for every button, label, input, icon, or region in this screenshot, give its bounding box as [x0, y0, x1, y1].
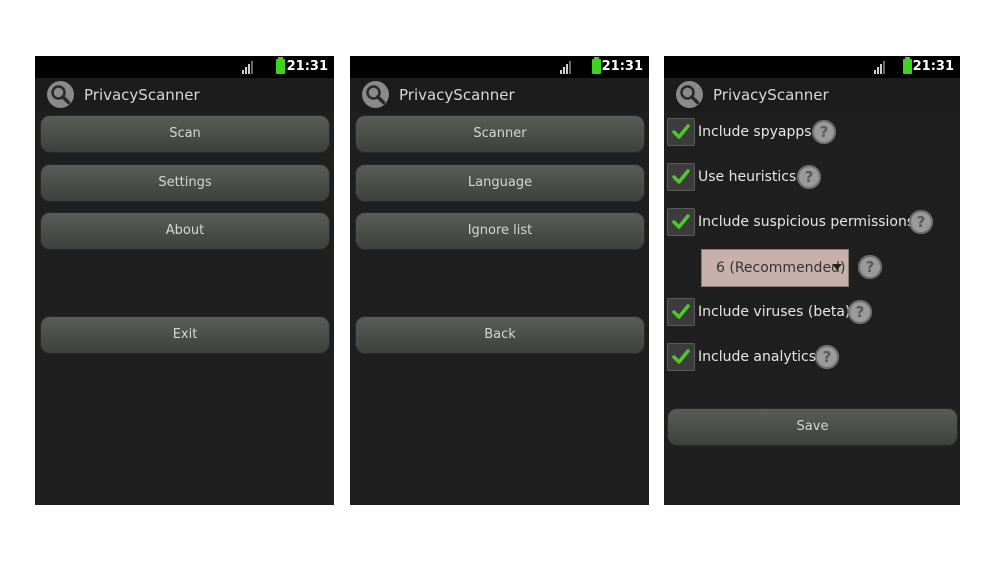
- help-icon[interactable]: ?: [848, 300, 872, 324]
- app-title-bar: PrivacyScanner: [35, 78, 334, 112]
- language-button[interactable]: Language: [355, 164, 645, 202]
- checkbox[interactable]: [667, 298, 695, 326]
- save-button[interactable]: Save: [667, 408, 958, 446]
- main-menu-screen: 21:31 PrivacyScanner Scan Settings About…: [35, 56, 334, 505]
- checkmark-icon: [672, 349, 690, 364]
- app-title: PrivacyScanner: [399, 86, 515, 104]
- clock: 21:31: [912, 59, 954, 74]
- app-title: PrivacyScanner: [713, 86, 829, 104]
- magnifier-icon: [47, 81, 74, 108]
- status-bar: 21:31: [350, 56, 649, 78]
- ignore-list-button[interactable]: Ignore list: [355, 212, 645, 250]
- exit-button[interactable]: Exit: [40, 316, 330, 354]
- help-icon[interactable]: ?: [909, 210, 933, 234]
- select-value: 6 (Recommended): [716, 260, 846, 276]
- about-button[interactable]: About: [40, 212, 330, 250]
- permission-level-select[interactable]: 6 (Recommended): [701, 249, 849, 287]
- help-icon[interactable]: ?: [815, 345, 839, 369]
- magnifier-icon: [676, 81, 703, 108]
- settings-menu-screen: 21:31 PrivacyScanner Scanner Language Ig…: [350, 56, 649, 505]
- signal-icon: [874, 61, 888, 74]
- checkmark-icon: [672, 169, 690, 184]
- checkmark-icon: [672, 304, 690, 319]
- option-label: Include spyapps: [698, 124, 812, 140]
- checkbox[interactable]: [667, 163, 695, 191]
- dropdown-arrow-icon: [832, 264, 842, 270]
- scan-button[interactable]: Scan: [40, 115, 330, 153]
- back-button[interactable]: Back: [355, 316, 645, 354]
- clock: 21:31: [601, 59, 643, 74]
- help-icon[interactable]: ?: [812, 120, 836, 144]
- app-title-bar: PrivacyScanner: [664, 78, 960, 112]
- checkbox[interactable]: [667, 208, 695, 236]
- option-label: Use heuristics: [698, 169, 797, 185]
- battery-icon: [592, 57, 601, 74]
- checkbox[interactable]: [667, 343, 695, 371]
- option-label: Include viruses (beta): [698, 304, 851, 320]
- status-bar: 21:31: [664, 56, 960, 78]
- help-icon[interactable]: ?: [797, 165, 821, 189]
- checkbox[interactable]: [667, 118, 695, 146]
- app-title: PrivacyScanner: [84, 86, 200, 104]
- scanner-button[interactable]: Scanner: [355, 115, 645, 153]
- checkmark-icon: [672, 214, 690, 229]
- settings-button[interactable]: Settings: [40, 164, 330, 202]
- battery-icon: [276, 57, 285, 74]
- battery-icon: [903, 57, 912, 74]
- magnifier-icon: [362, 81, 389, 108]
- checkmark-icon: [672, 124, 690, 139]
- status-bar: 21:31: [35, 56, 334, 78]
- signal-icon: [560, 61, 574, 74]
- option-label: Include analytics: [698, 349, 816, 365]
- app-title-bar: PrivacyScanner: [350, 78, 649, 112]
- clock: 21:31: [286, 59, 328, 74]
- signal-icon: [242, 61, 256, 74]
- option-label: Include suspicious permissions: [698, 214, 915, 230]
- help-icon[interactable]: ?: [858, 255, 882, 279]
- scanner-options-screen: 21:31 PrivacyScanner Include spyapps ? U…: [664, 56, 960, 505]
